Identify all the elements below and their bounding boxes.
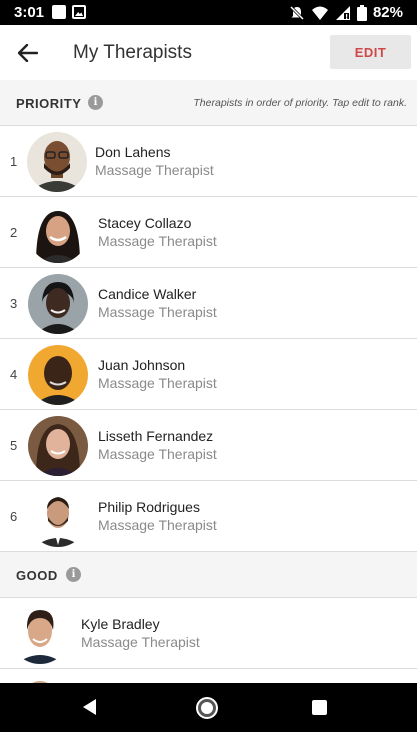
good-label: GOOD	[16, 568, 58, 583]
rank-number: 6	[10, 509, 18, 524]
avatar	[28, 416, 88, 476]
signal-icon: !	[335, 5, 350, 21]
edit-button[interactable]: EDIT	[330, 35, 411, 69]
therapist-role: Massage Therapist	[98, 233, 217, 249]
avatar	[28, 274, 88, 334]
battery-level: 82%	[372, 4, 403, 21]
therapist-row[interactable]: 1 Don Lahens Massage Therapist	[0, 126, 417, 197]
wifi-icon	[311, 6, 328, 20]
therapist-name: Stacey Collazo	[98, 215, 192, 231]
priority-section-header: PRIORITY i Therapists in order of priori…	[0, 80, 417, 126]
therapist-role: Massage Therapist	[98, 375, 217, 391]
good-section-header: GOOD i	[0, 552, 417, 598]
therapist-row[interactable]: 3 Candice Walker Massage Therapist	[0, 268, 417, 339]
therapist-role: Massage Therapist	[98, 304, 217, 320]
therapist-row[interactable]: 4 Juan Johnson Massage Therapist	[0, 339, 417, 410]
rank-number: 1	[10, 154, 18, 169]
therapist-role: Massage Therapist	[81, 634, 200, 650]
app-bar: My Therapists EDIT	[0, 25, 417, 80]
priority-note: Therapists in order of priority. Tap edi…	[193, 97, 407, 109]
therapist-role: Massage Therapist	[98, 446, 217, 462]
notification-image-icon	[72, 5, 86, 19]
rank-number: 2	[10, 225, 18, 240]
back-button[interactable]	[10, 35, 46, 71]
battery-icon	[356, 4, 367, 21]
status-time: 3:01	[14, 4, 45, 21]
therapist-row[interactable]: 5 Lisseth Fernandez Massage Therapist	[0, 410, 417, 481]
rank-number: 4	[10, 367, 18, 382]
therapist-name: Lisseth Fernandez	[98, 428, 214, 444]
status-bar: 3:01 ! 82%	[0, 0, 417, 25]
therapist-role: Massage Therapist	[98, 517, 217, 533]
page-title: My Therapists	[73, 42, 192, 63]
navigation-bar	[0, 683, 417, 732]
therapist-name: Juan Johnson	[98, 357, 186, 373]
therapist-row[interactable]: 6 Philip Rodrigues Massage Therapist	[0, 481, 417, 552]
nav-home-icon[interactable]	[198, 699, 216, 717]
avatar	[27, 132, 87, 192]
avatar	[10, 675, 70, 683]
rank-number: 3	[10, 296, 18, 311]
therapist-name: Candice Walker	[98, 286, 197, 302]
therapist-row[interactable]	[0, 669, 417, 683]
therapist-name: Philip Rodrigues	[98, 499, 200, 515]
info-icon[interactable]: i	[88, 95, 103, 110]
therapist-role: Massage Therapist	[95, 162, 214, 178]
arrow-left-icon	[18, 44, 38, 62]
mute-bell-icon	[289, 5, 305, 20]
priority-label: PRIORITY	[16, 96, 82, 111]
notification-square-icon	[52, 5, 66, 19]
therapist-name: Don Lahens	[95, 144, 171, 160]
nav-recent-apps-icon[interactable]	[312, 700, 327, 715]
therapist-row[interactable]: 2 Stacey Collazo Massage Therapist	[0, 197, 417, 268]
svg-text:!: !	[345, 13, 348, 21]
therapist-row[interactable]: Kyle Bradley Massage Therapist	[0, 598, 417, 669]
nav-back-icon[interactable]	[83, 699, 96, 715]
avatar	[28, 203, 88, 263]
avatar	[28, 345, 88, 405]
avatar	[10, 604, 70, 664]
avatar	[28, 487, 88, 547]
status-right: ! 82%	[289, 4, 403, 21]
therapist-list[interactable]: PRIORITY i Therapists in order of priori…	[0, 80, 417, 683]
notification-icons	[52, 5, 86, 19]
rank-number: 5	[10, 438, 18, 453]
therapist-name: Kyle Bradley	[81, 616, 160, 632]
info-icon[interactable]: i	[66, 567, 81, 582]
